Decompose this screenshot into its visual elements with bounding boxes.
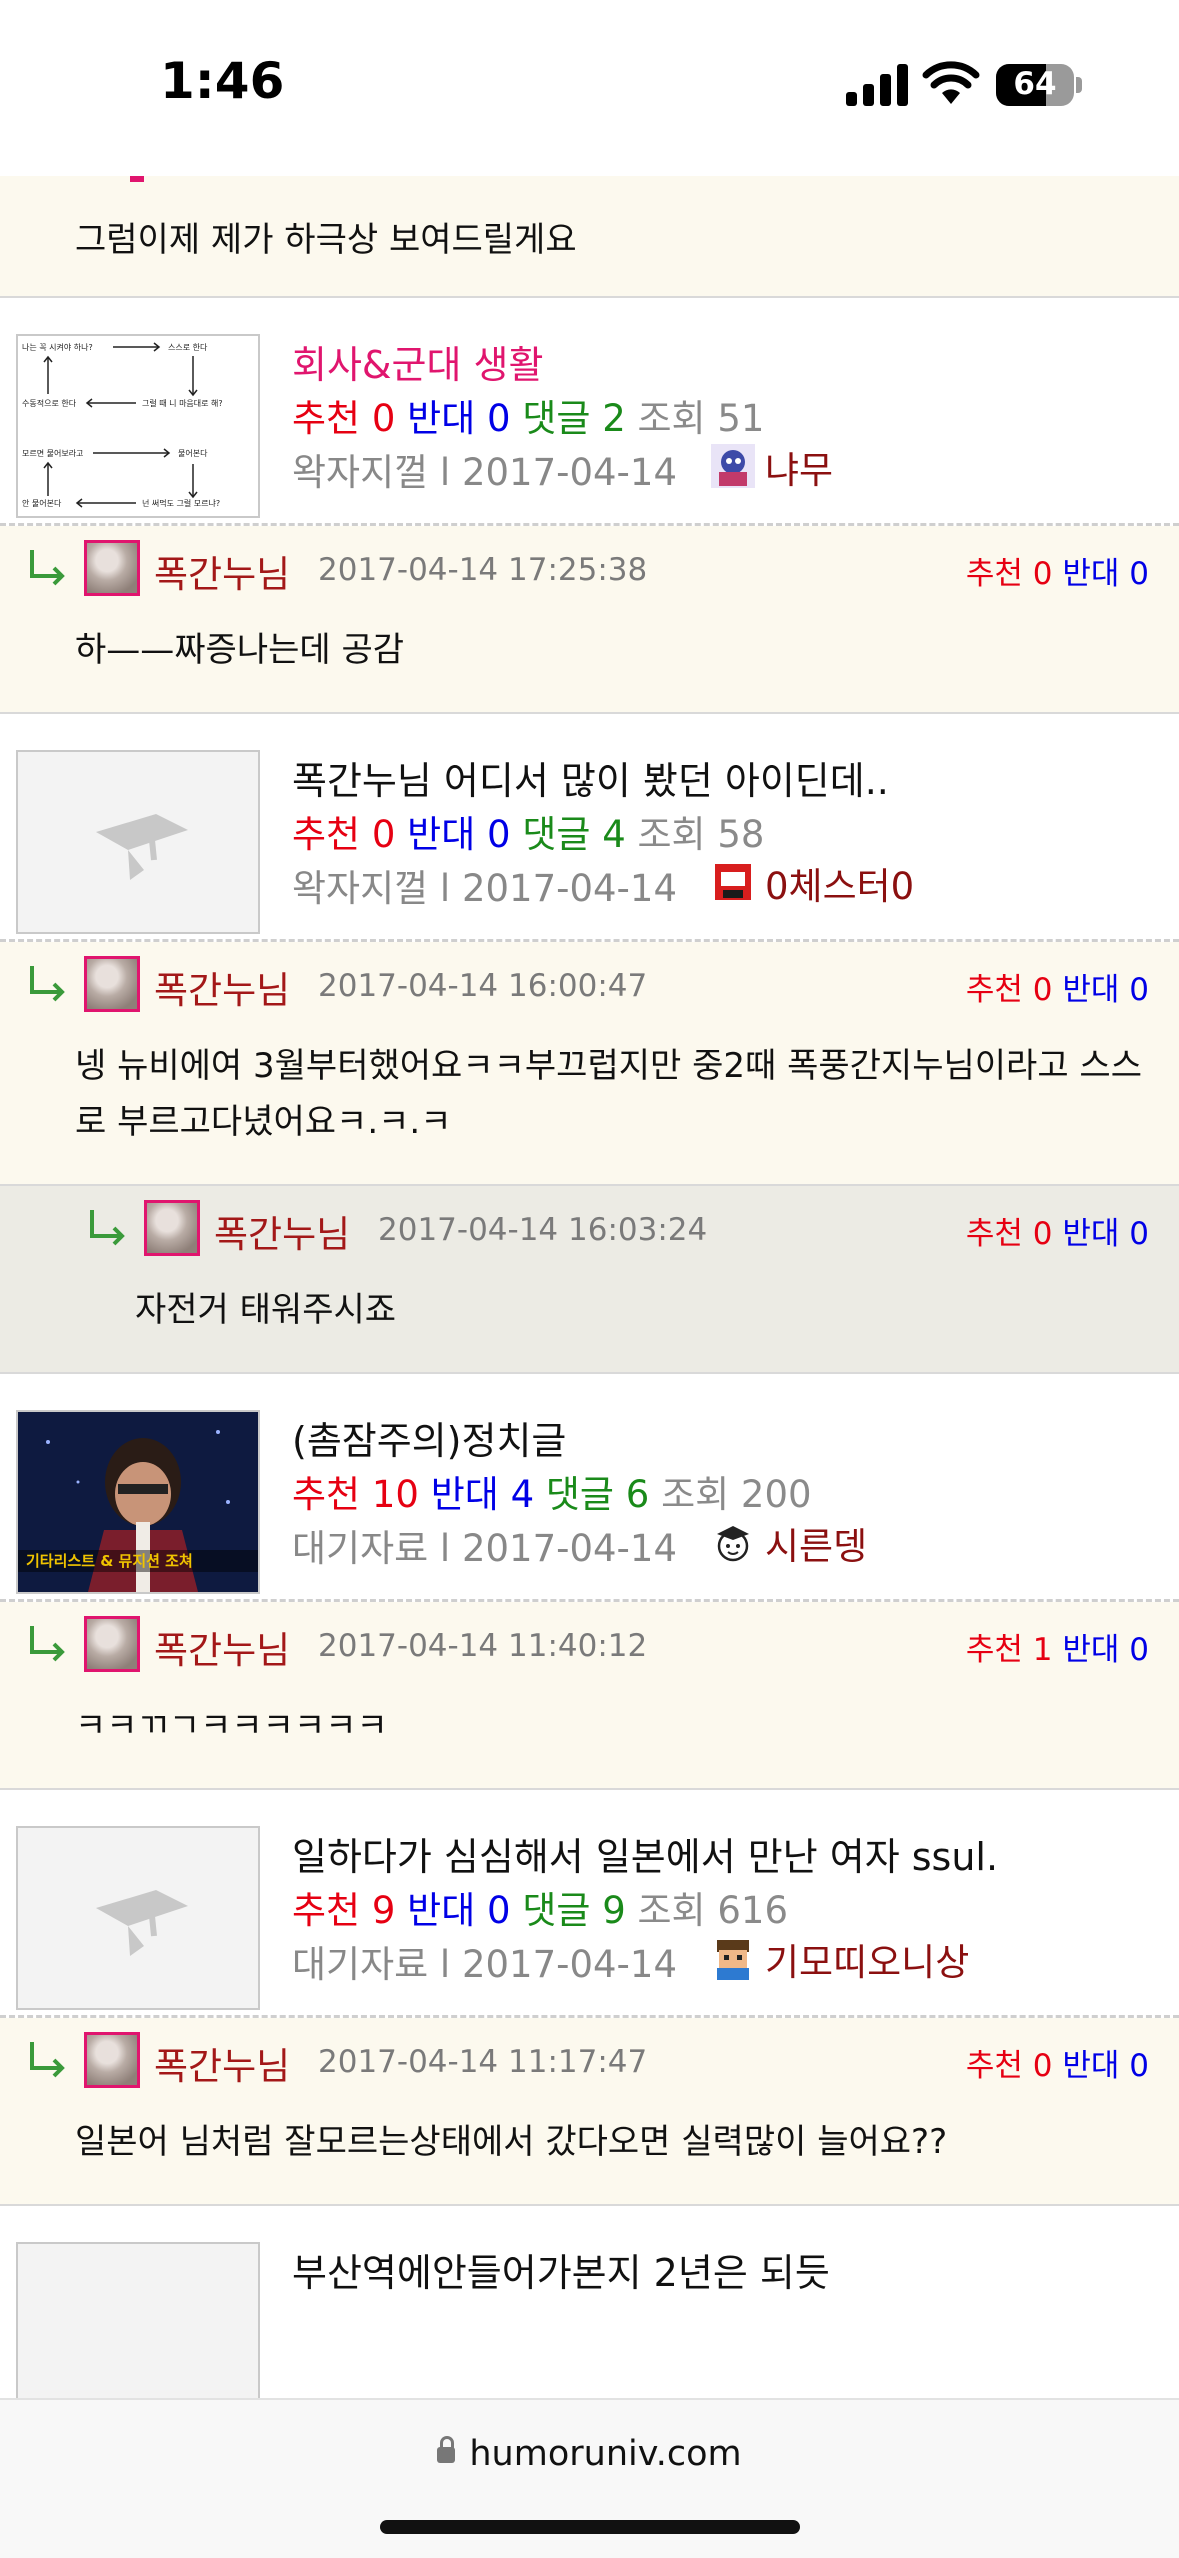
reply-arrow-icon [90,1210,125,1246]
comment-author[interactable]: 폭간누님 [154,1620,290,1674]
battery-icon: 64 [996,64,1074,106]
user-avatar-icon [711,860,755,904]
post-item[interactable]: 폭간누님 어디서 많이 봤던 아이딘데.. 추천 0 반대 0 댓글 4 조회 … [0,714,1179,942]
reply-comment-item: 폭간누님 2017-04-14 16:03:24 추천 0 반대 0 자전거 태… [0,1186,1179,1374]
post-item[interactable]: 기타리스트 & 뮤지션 조쳐 (촘잠주의)정치글 추천 10 반대 4 댓글 6… [0,1374,1179,1602]
comment-votes: 추천 0 반대 0 [965,2048,1149,2084]
url-domain: humoruniv.com [469,2434,742,2474]
avatar[interactable] [144,1200,200,1256]
post-item[interactable]: 나는 꼭 시켜야 하나? 스스로 한다 수동적으로 한다 그럴 때 니 마음대로… [0,298,1179,526]
comment-votes: 추천 0 반대 0 [965,556,1149,592]
comment-date: 2017-04-14 11:17:47 [318,2044,648,2080]
home-indicator[interactable] [380,2520,800,2534]
comment-text: 자전거 태워주시죠 [135,1290,397,1330]
svg-text:안 물어본다: 안 물어본다 [22,498,62,508]
comment-text: 넹 뉴비에여 3월부터했어요ㅋㅋ부끄럽지만 중2때 폭풍간지누님이라고 스스로 … [75,1046,1142,1142]
post-title[interactable]: 부산역에안들어가본지 2년은 되듯 [292,2242,830,2297]
wifi-icon [922,61,980,104]
avatar[interactable] [84,2032,140,2088]
cellular-signal-icon [846,62,910,106]
svg-text:물어본다: 물어본다 [178,448,208,458]
comment-item: 폭간누님 2017-04-14 16:00:47 추천 0 반대 0 넹 뉴비에… [0,942,1179,1186]
post-title[interactable]: 일하다가 심심해서 일본에서 만난 여자 ssul. [292,1826,998,1881]
browser-url-bar[interactable]: humoruniv.com [0,2398,1179,2558]
comment-date: 2017-04-14 16:03:24 [378,1212,708,1248]
status-time: 1:46 [160,52,285,110]
comment-votes: 추천 1 반대 0 [965,1632,1149,1668]
comment-date: 2017-04-14 16:00:47 [318,968,648,1004]
reply-arrow-icon [30,1626,65,1662]
comment-item: 그럼이제 제가 하극상 보여드릴게요 [0,176,1179,298]
post-author[interactable]: 냐무 [765,440,833,494]
post-meta: 왁자지껄 l 2017-04-14 [292,867,677,910]
post-title[interactable]: 회사&군대 생활 [292,334,543,389]
post-list: 그럼이제 제가 하극상 보여드릴게요 나는 꼭 시켜야 하나? 스스로 한다 수… [0,176,1179,2431]
post-stats: 추천 10 반대 4 댓글 6 조회 200 [292,1473,812,1516]
comment-date: 2017-04-14 17:25:38 [318,552,648,588]
post-author[interactable]: 시른뎅 [765,1516,867,1570]
comment-author[interactable]: 폭간누님 [154,544,290,598]
comment-votes: 추천 0 반대 0 [965,972,1149,1008]
post-title[interactable]: 폭간누님 어디서 많이 봤던 아이딘데.. [292,750,889,805]
post-meta: 대기자료 l 2017-04-14 [292,1527,677,1570]
svg-text:그럴 때 니 마음대로 해?: 그럴 때 니 마음대로 해? [142,398,223,408]
graduation-cap-icon [96,1890,188,1956]
comment-author[interactable]: 폭간누님 [214,1204,350,1258]
svg-text:나는 꼭 시켜야 하나?: 나는 꼭 시켜야 하나? [22,342,93,352]
flow-diagram-image: 나는 꼭 시켜야 하나? 스스로 한다 수동적으로 한다 그럴 때 니 마음대로… [22,342,223,508]
status-bar: 1:46 64 [0,0,1179,176]
post-meta: 대기자료 l 2017-04-14 [292,1943,677,1986]
avatar[interactable] [84,956,140,1012]
battery-percentage: 64 [1013,66,1057,102]
post-author[interactable]: 기모띠오니상 [765,1932,969,1986]
comment-votes: 추천 0 반대 0 [965,1216,1149,1252]
user-avatar-icon [711,444,755,488]
graduation-cap-icon [96,814,188,880]
reply-arrow-icon [30,550,65,586]
comment-item: 폭간누님 2017-04-14 17:25:38 추천 0 반대 0 하——짜증… [0,526,1179,714]
reply-arrow-icon [30,966,65,1002]
post-thumbnail[interactable]: 나는 꼭 시켜야 하나? 스스로 한다 수동적으로 한다 그럴 때 니 마음대로… [16,334,260,518]
post-thumbnail[interactable] [16,750,260,934]
comment-text: ㅋㅋㄲㄱㅋㅋㅋㅋㅋㅋ [75,1706,388,1746]
user-avatar-icon [711,1520,755,1564]
post-stats: 추천 9 반대 0 댓글 9 조회 616 [292,1889,788,1932]
post-item[interactable]: 일하다가 심심해서 일본에서 만난 여자 ssul. 추천 9 반대 0 댓글 … [0,1790,1179,2018]
comment-author[interactable]: 폭간누님 [154,960,290,1014]
svg-text:기타리스트 & 뮤지션 조쳐: 기타리스트 & 뮤지션 조쳐 [26,1552,193,1570]
comment-item: 폭간누님 2017-04-14 11:17:47 추천 0 반대 0 일본어 님… [0,2018,1179,2206]
svg-text:수동적으로 한다: 수동적으로 한다 [22,398,77,408]
tv-show-image: 기타리스트 & 뮤지션 조쳐 [18,1412,258,1592]
post-stats: 추천 0 반대 0 댓글 4 조회 58 [292,813,765,856]
comment-text: 하——짜증나는데 공감 [75,630,405,670]
post-title[interactable]: (촘잠주의)정치글 [292,1410,566,1465]
svg-text:모르면 물어보라고: 모르면 물어보라고 [22,448,83,458]
svg-text:넌 써먹도 그럴 모르냐?: 넌 써먹도 그럴 모르냐? [142,498,220,508]
avatar[interactable] [84,1616,140,1672]
post-thumbnail[interactable] [16,1826,260,2010]
avatar[interactable] [84,540,140,596]
svg-text:스스로 한다: 스스로 한다 [168,343,208,352]
post-meta: 왁자지껄 l 2017-04-14 [292,451,677,494]
lock-icon [437,2436,456,2463]
comment-text: 그럼이제 제가 하극상 보여드릴게요 [75,220,577,260]
post-author[interactable]: 0체스터0 [765,856,914,910]
post-stats: 추천 0 반대 0 댓글 2 조회 51 [292,397,765,440]
user-avatar-icon [711,1936,755,1980]
comment-text: 일본어 님처럼 잘모르는상태에서 갔다오면 실력많이 늘어요?? [75,2122,948,2162]
reply-arrow-icon [30,2042,65,2078]
comment-date: 2017-04-14 11:40:12 [318,1628,648,1664]
comment-item: 폭간누님 2017-04-14 11:40:12 추천 1 반대 0 ㅋㅋㄲㄱㅋ… [0,1602,1179,1790]
post-thumbnail[interactable]: 기타리스트 & 뮤지션 조쳐 [16,1410,260,1594]
comment-author[interactable]: 폭간누님 [154,2036,290,2090]
